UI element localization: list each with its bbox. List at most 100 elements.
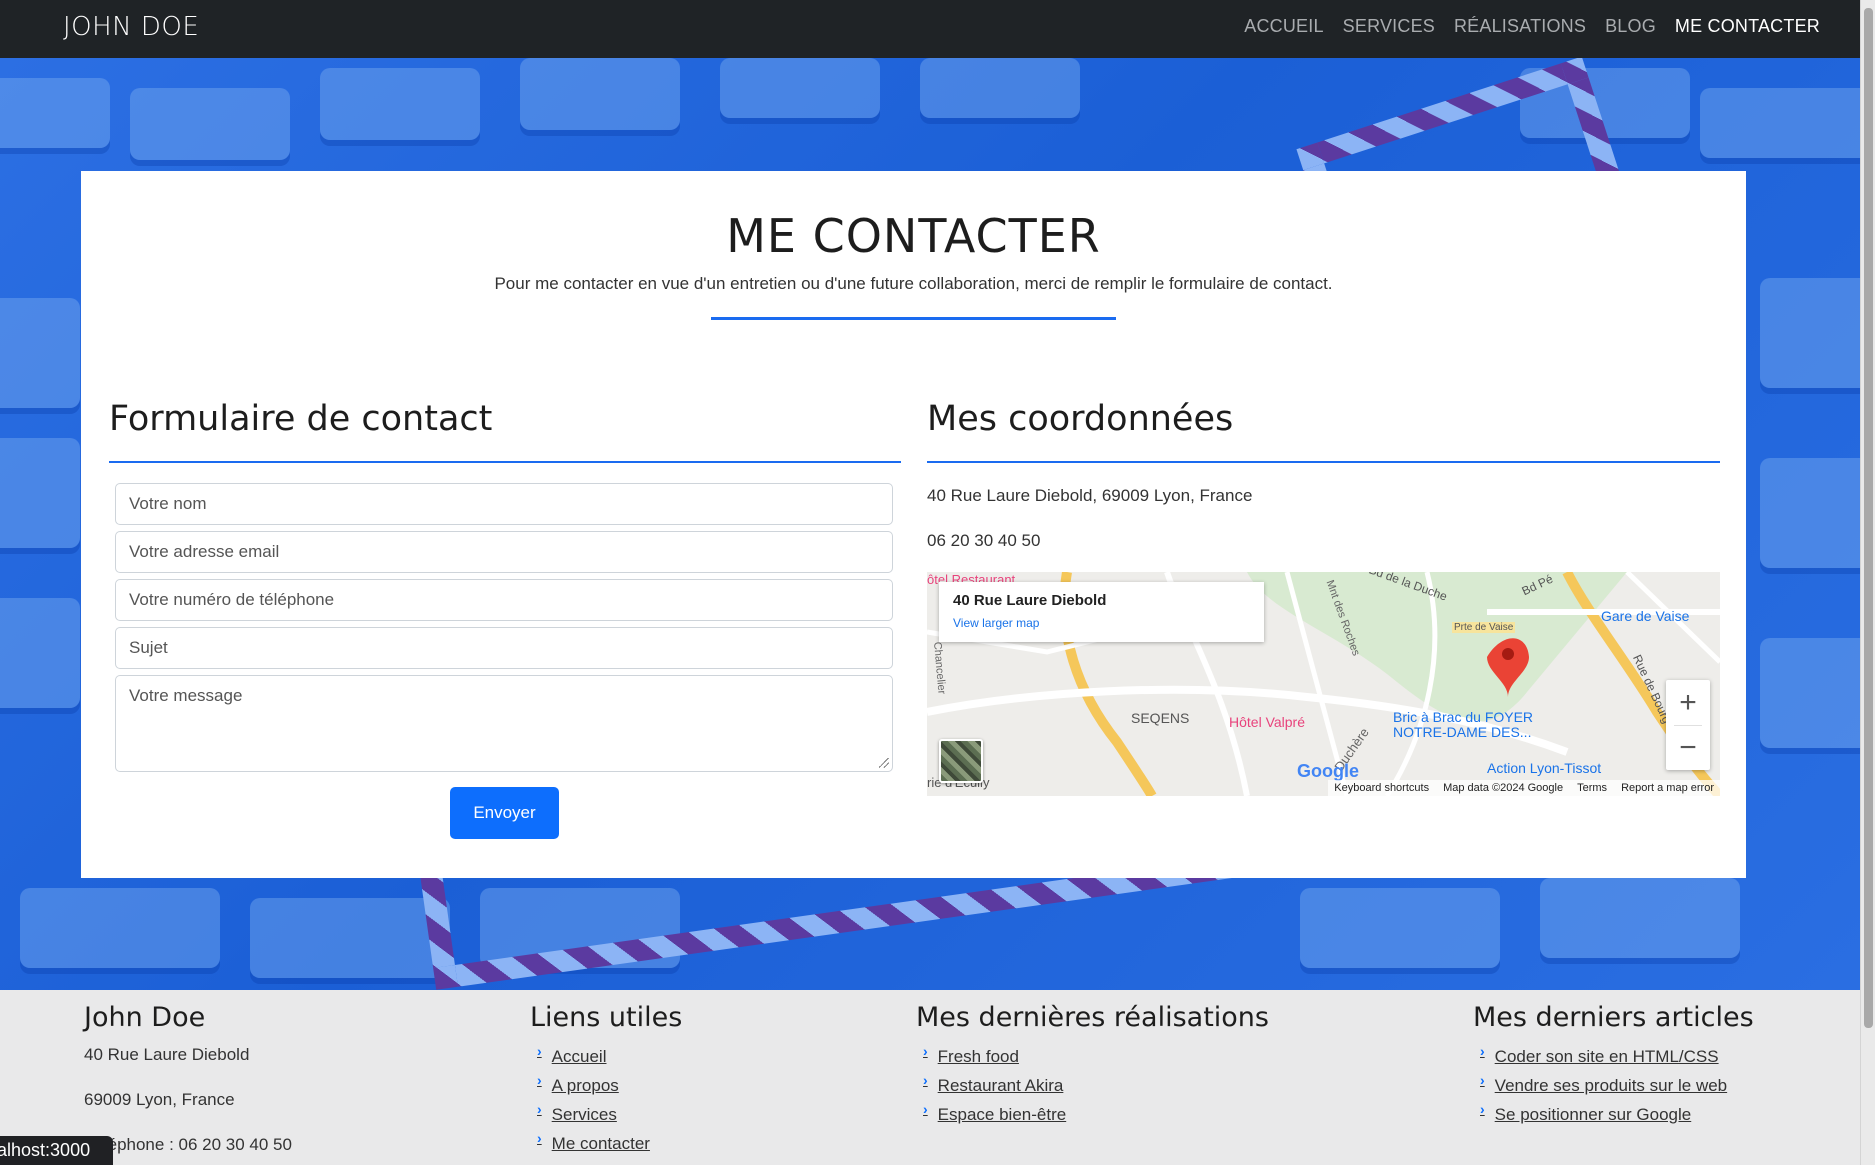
map-attribution-bar: Keyboard shortcuts Map data ©2024 Google… <box>1328 780 1720 796</box>
footer-link-label: Me contacter <box>551 1134 650 1153</box>
map-label-porte-de-vaise: Prte de Vaise <box>1452 622 1516 633</box>
map-label-seqens: SEQENS <box>1131 710 1190 726</box>
textarea-resize-handle[interactable] <box>879 758 889 768</box>
contact-card: ME CONTACTER Pour me contacter en vue d'… <box>81 171 1746 878</box>
chevron-right-icon: › <box>537 1130 542 1146</box>
footer-address-line2: 69009 Lyon, France <box>84 1090 235 1109</box>
footer-link-coder-site[interactable]: › Coder son site en HTML/CSS <box>1480 1043 1719 1067</box>
chevron-right-icon: › <box>923 1043 928 1059</box>
map-data-text: Map data ©2024 Google <box>1443 782 1564 794</box>
footer-link-fresh-food[interactable]: › Fresh food <box>923 1043 1019 1067</box>
page-scrollbar[interactable] <box>1860 0 1875 1165</box>
footer-link-label: Se positionner sur Google <box>1494 1105 1692 1124</box>
keyboard-key-decoration <box>0 438 80 548</box>
keyboard-key-decoration <box>20 888 220 968</box>
name-field[interactable]: Votre nom <box>115 483 893 525</box>
google-logo: Google <box>1297 761 1359 781</box>
subject-field[interactable]: Sujet <box>115 627 893 669</box>
submit-button[interactable]: Envoyer <box>450 787 559 839</box>
scrollbar-thumb[interactable] <box>1864 8 1873 1028</box>
chevron-right-icon: › <box>537 1043 542 1059</box>
footer-link-vendre-produits[interactable]: › Vendre ses produits sur le web <box>1480 1072 1728 1096</box>
map-label-gare-de-vaise: Gare de Vaise <box>1601 608 1690 624</box>
map-place-title: 40 Rue Laure Diebold <box>953 592 1107 609</box>
keyboard-key-decoration <box>0 78 110 148</box>
chevron-right-icon: › <box>537 1072 542 1088</box>
brand-logo[interactable]: JOHN DOE <box>63 12 199 42</box>
keyboard-key-decoration <box>1540 878 1740 958</box>
site-footer: John Doe 40 Rue Laure Diebold 69009 Lyon… <box>0 990 1860 1165</box>
footer-link-a-propos[interactable]: › A propos <box>537 1072 619 1096</box>
google-map-embed[interactable]: SEQENS Hôtel Valpré Bric à Brac du FOYER… <box>927 572 1720 796</box>
footer-heading-articles: Mes derniers articles <box>1473 1002 1754 1033</box>
chevron-right-icon: › <box>1480 1101 1485 1117</box>
keyboard-key-decoration <box>720 58 880 118</box>
keyboard-key-decoration <box>520 58 680 130</box>
phone-placeholder: Votre numéro de téléphone <box>129 590 335 609</box>
map-label-bric-a-brac: Bric à Brac du FOYER NOTRE-DAME DES... <box>1393 709 1534 740</box>
keyboard-key-decoration <box>250 898 450 978</box>
footer-address-line1: 40 Rue Laure Diebold <box>84 1045 250 1064</box>
footer-link-services[interactable]: › Services <box>537 1101 617 1125</box>
page-intro: Pour me contacter en vue d'un entretien … <box>494 274 1333 293</box>
footer-heading-realisations: Mes dernières réalisations <box>916 1002 1269 1033</box>
page-title: ME CONTACTER <box>726 209 1101 263</box>
footer-heading-john-doe: John Doe <box>84 1002 206 1033</box>
keyboard-key-decoration <box>1760 458 1860 568</box>
zoom-out-button[interactable]: − <box>1666 725 1710 770</box>
chevron-right-icon: › <box>923 1101 928 1117</box>
keyboard-key-decoration <box>920 58 1080 118</box>
nav-item-realisations[interactable]: RÉALISATIONS <box>1454 16 1586 37</box>
map-zoom-controls: + − <box>1666 680 1710 770</box>
title-divider <box>711 317 1116 320</box>
footer-link-label: Espace bien-être <box>937 1105 1067 1124</box>
nav-item-me-contacter[interactable]: ME CONTACTER <box>1675 16 1820 37</box>
chevron-right-icon: › <box>1480 1043 1485 1059</box>
nav-item-blog[interactable]: BLOG <box>1605 16 1656 37</box>
footer-link-me-contacter[interactable]: › Me contacter <box>537 1130 650 1154</box>
top-navbar: JOHN DOE ACCUEIL SERVICES RÉALISATIONS B… <box>0 0 1860 58</box>
message-placeholder: Votre message <box>129 686 243 705</box>
contact-address: 40 Rue Laure Diebold, 69009 Lyon, France <box>927 486 1253 505</box>
footer-link-restaurant-akira[interactable]: › Restaurant Akira <box>923 1072 1064 1096</box>
map-place-card: 40 Rue Laure Diebold View larger map <box>939 582 1264 642</box>
nav-item-accueil[interactable]: ACCUEIL <box>1244 16 1323 37</box>
chevron-right-icon: › <box>1480 1072 1485 1088</box>
zoom-separator <box>1674 725 1702 726</box>
satellite-toggle-button[interactable] <box>939 739 983 783</box>
footer-link-positionner-google[interactable]: › Se positionner sur Google <box>1480 1101 1692 1125</box>
zoom-in-button[interactable]: + <box>1666 680 1710 725</box>
email-field[interactable]: Votre adresse email <box>115 531 893 573</box>
phone-field[interactable]: Votre numéro de téléphone <box>115 579 893 621</box>
keyboard-key-decoration <box>0 598 80 708</box>
keyboard-key-decoration <box>1760 278 1860 388</box>
message-textarea[interactable]: Votre message <box>115 675 893 772</box>
keyboard-key-decoration <box>1300 888 1500 968</box>
status-bar-url: localhost:3000 <box>0 1136 113 1165</box>
keyboard-key-decoration <box>0 298 80 408</box>
subject-placeholder: Sujet <box>129 638 168 657</box>
footer-link-label: Fresh food <box>937 1047 1019 1066</box>
contact-heading: Mes coordonnées <box>927 399 1234 439</box>
status-url-text: localhost:3000 <box>0 1140 91 1160</box>
footer-link-accueil[interactable]: › Accueil <box>537 1043 606 1067</box>
footer-link-label: Restaurant Akira <box>937 1076 1064 1095</box>
footer-link-label: A propos <box>551 1076 619 1095</box>
view-larger-map-link[interactable]: View larger map <box>953 616 1039 630</box>
nav-item-services[interactable]: SERVICES <box>1343 16 1435 37</box>
footer-link-espace-bien-etre[interactable]: › Espace bien-être <box>923 1101 1067 1125</box>
chevron-right-icon: › <box>923 1072 928 1088</box>
footer-link-label: Coder son site en HTML/CSS <box>1494 1047 1719 1066</box>
keyboard-key-decoration <box>320 68 480 140</box>
keyboard-key-decoration <box>1760 638 1860 748</box>
map-label-action-lyon-tissot: Action Lyon-Tissot <box>1487 760 1602 776</box>
keyboard-key-decoration <box>1700 88 1860 158</box>
report-map-error-link[interactable]: Report a map error <box>1621 782 1714 794</box>
keyboard-shortcuts-link[interactable]: Keyboard shortcuts <box>1334 782 1429 794</box>
footer-link-label: Vendre ses produits sur le web <box>1494 1076 1728 1095</box>
keyboard-key-decoration <box>130 88 290 160</box>
form-heading: Formulaire de contact <box>109 399 493 439</box>
footer-link-label: Services <box>551 1105 617 1124</box>
terms-link[interactable]: Terms <box>1577 782 1607 794</box>
footer-phone: Téléphone : 06 20 30 40 50 <box>84 1135 292 1154</box>
